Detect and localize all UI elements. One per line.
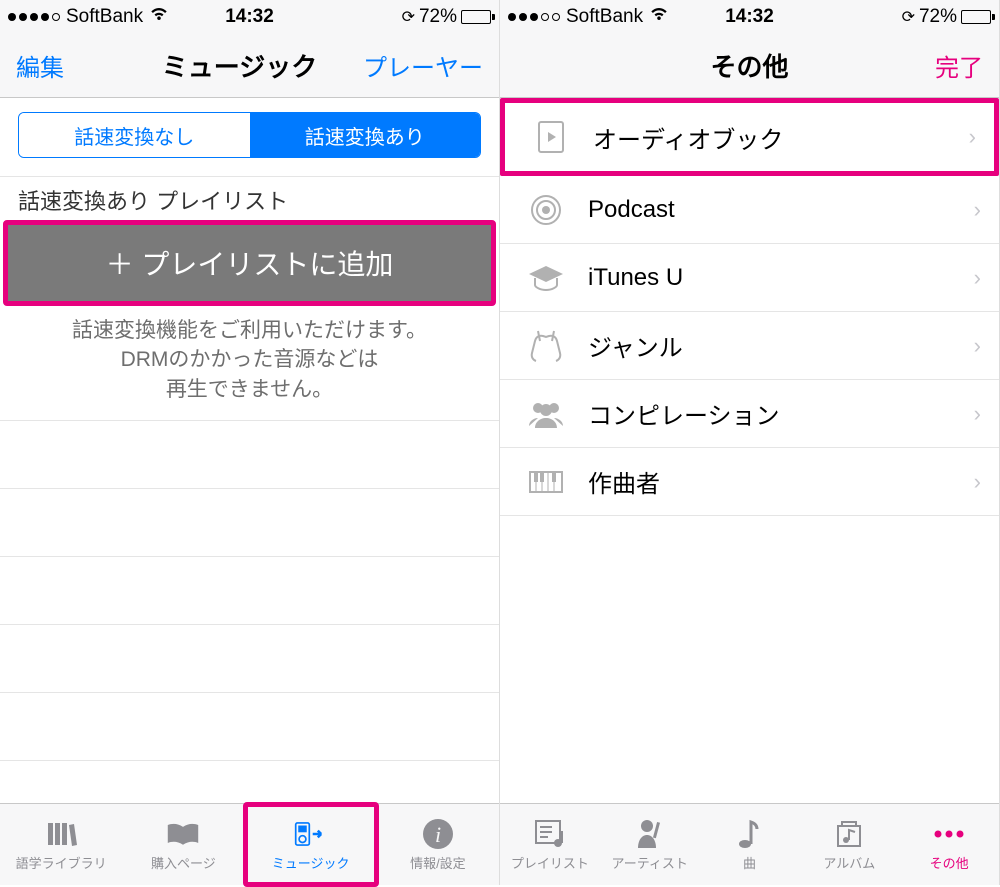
row-label: ジャンル bbox=[588, 328, 974, 363]
rotation-lock-icon: ⟳ bbox=[902, 7, 915, 27]
wifi-icon bbox=[149, 6, 169, 28]
tab-songs[interactable]: 曲 bbox=[700, 804, 800, 885]
tab-artist[interactable]: アーティスト bbox=[600, 804, 700, 885]
people-icon bbox=[524, 396, 568, 432]
segmented-control-container: 話速変換なし 話速変換あり bbox=[0, 98, 499, 177]
book-open-icon bbox=[166, 817, 200, 851]
info-line: 再生できません。 bbox=[18, 375, 481, 404]
nav-title: ミュージック bbox=[116, 47, 363, 84]
empty-row bbox=[0, 693, 499, 761]
library-icon bbox=[44, 817, 78, 851]
chevron-right-icon: › bbox=[969, 124, 976, 150]
section-header: 話速変換あり プレイリスト bbox=[0, 177, 499, 220]
empty-list bbox=[0, 421, 499, 803]
segment-on[interactable]: 話速変換あり bbox=[250, 113, 481, 157]
tab-playlist[interactable]: プレイリスト bbox=[500, 804, 600, 885]
nav-bar: 編集 ミュージック プレーヤー bbox=[0, 34, 499, 98]
row-itunesu[interactable]: iTunes U › bbox=[500, 244, 999, 312]
segmented-control: 話速変換なし 話速変換あり bbox=[18, 112, 481, 158]
tab-album[interactable]: アルバム bbox=[799, 804, 899, 885]
tab-bar: プレイリスト アーティスト 曲 アルバム その他 bbox=[500, 803, 999, 885]
tab-label: その他 bbox=[930, 853, 969, 872]
signal-dots-icon bbox=[8, 13, 60, 21]
time-label: 14:32 bbox=[225, 6, 274, 28]
empty-row bbox=[0, 625, 499, 693]
gradcap-icon bbox=[524, 260, 568, 296]
nav-player-button[interactable]: プレーヤー bbox=[363, 48, 483, 83]
podcast-icon bbox=[524, 192, 568, 228]
row-audiobook[interactable]: オーディオブック › bbox=[505, 103, 994, 171]
rotation-lock-icon: ⟳ bbox=[402, 7, 415, 27]
playlist-icon bbox=[533, 817, 567, 851]
tab-label: ミュージック bbox=[272, 853, 350, 872]
info-line: DRMのかかった音源などは bbox=[18, 345, 481, 374]
audiobook-icon bbox=[529, 119, 573, 155]
status-bar: SoftBank 14:32 ⟳ 72% bbox=[500, 0, 999, 34]
time-label: 14:32 bbox=[725, 6, 774, 28]
tab-label: アルバム bbox=[823, 853, 875, 872]
tab-label: 語学ライブラリ bbox=[16, 853, 107, 872]
empty-row bbox=[0, 557, 499, 625]
info-line: 話速変換機能をご利用いただけます。 bbox=[18, 316, 481, 345]
chevron-right-icon: › bbox=[974, 401, 981, 427]
tab-label: 曲 bbox=[743, 853, 756, 872]
nav-done-button[interactable]: 完了 bbox=[883, 48, 983, 83]
chevron-right-icon: › bbox=[974, 265, 981, 291]
row-compilation[interactable]: コンピレーション › bbox=[500, 380, 999, 448]
battery-icon bbox=[461, 10, 491, 24]
signal-dots-icon bbox=[508, 13, 560, 21]
carrier-label: SoftBank bbox=[566, 6, 643, 28]
empty-row bbox=[0, 489, 499, 557]
empty-row bbox=[0, 421, 499, 489]
add-playlist-button[interactable]: ＋ プレイリストに追加 bbox=[8, 225, 491, 301]
row-label: Podcast bbox=[588, 196, 974, 224]
chevron-right-icon: › bbox=[974, 197, 981, 223]
wifi-icon bbox=[649, 6, 669, 28]
more-icon bbox=[932, 817, 966, 851]
status-bar: SoftBank 14:32 ⟳ 72% bbox=[0, 0, 499, 34]
row-label: iTunes U bbox=[588, 264, 974, 292]
ipod-arrow-icon bbox=[294, 817, 328, 851]
info-icon: i bbox=[421, 817, 455, 851]
tab-library[interactable]: 語学ライブラリ bbox=[0, 804, 122, 885]
battery-pct: 72% bbox=[919, 6, 957, 28]
row-composer[interactable]: 作曲者 › bbox=[500, 448, 999, 516]
chevron-right-icon: › bbox=[974, 469, 981, 495]
nav-edit-button[interactable]: 編集 bbox=[16, 48, 116, 83]
tab-settings[interactable]: i 情報/設定 bbox=[377, 804, 499, 885]
row-podcast[interactable]: Podcast › bbox=[500, 176, 999, 244]
tab-label: 購入ページ bbox=[151, 853, 216, 872]
song-icon bbox=[732, 817, 766, 851]
tab-label: 情報/設定 bbox=[410, 853, 466, 872]
artist-icon bbox=[633, 817, 667, 851]
carrier-label: SoftBank bbox=[66, 6, 143, 28]
add-playlist-highlight: ＋ プレイリストに追加 bbox=[3, 220, 496, 306]
row-label: オーディオブック bbox=[593, 120, 969, 155]
left-screen: SoftBank 14:32 ⟳ 72% 編集 ミュージック プレーヤー 話速変… bbox=[0, 0, 500, 885]
tab-label: アーティスト bbox=[611, 853, 687, 872]
tab-music[interactable]: ミュージック bbox=[243, 802, 379, 887]
tab-label: プレイリスト bbox=[511, 853, 589, 872]
chevron-right-icon: › bbox=[974, 333, 981, 359]
row-label: 作曲者 bbox=[588, 464, 974, 499]
segment-off[interactable]: 話速変換なし bbox=[19, 113, 250, 157]
piano-icon bbox=[524, 464, 568, 500]
right-screen: SoftBank 14:32 ⟳ 72% その他 完了 オーディオブック › bbox=[500, 0, 1000, 885]
row-label: コンピレーション bbox=[588, 396, 974, 431]
album-icon bbox=[832, 817, 866, 851]
battery-icon bbox=[961, 10, 991, 24]
svg-text:i: i bbox=[435, 822, 441, 847]
guitar-icon bbox=[524, 328, 568, 364]
row-audiobook-highlight: オーディオブック › bbox=[500, 98, 999, 176]
battery-pct: 72% bbox=[419, 6, 457, 28]
nav-bar: その他 完了 bbox=[500, 34, 999, 98]
tab-bar: 語学ライブラリ 購入ページ ミュージック i 情報/設定 bbox=[0, 803, 499, 885]
nav-title: その他 bbox=[616, 47, 883, 84]
tab-purchase[interactable]: 購入ページ bbox=[122, 804, 244, 885]
tab-more[interactable]: その他 bbox=[899, 804, 999, 885]
more-list: オーディオブック › Podcast › iTunes U › ジャンル › bbox=[500, 98, 999, 803]
row-genre[interactable]: ジャンル › bbox=[500, 312, 999, 380]
info-text: 話速変換機能をご利用いただけます。 DRMのかかった音源などは 再生できません。 bbox=[0, 306, 499, 421]
